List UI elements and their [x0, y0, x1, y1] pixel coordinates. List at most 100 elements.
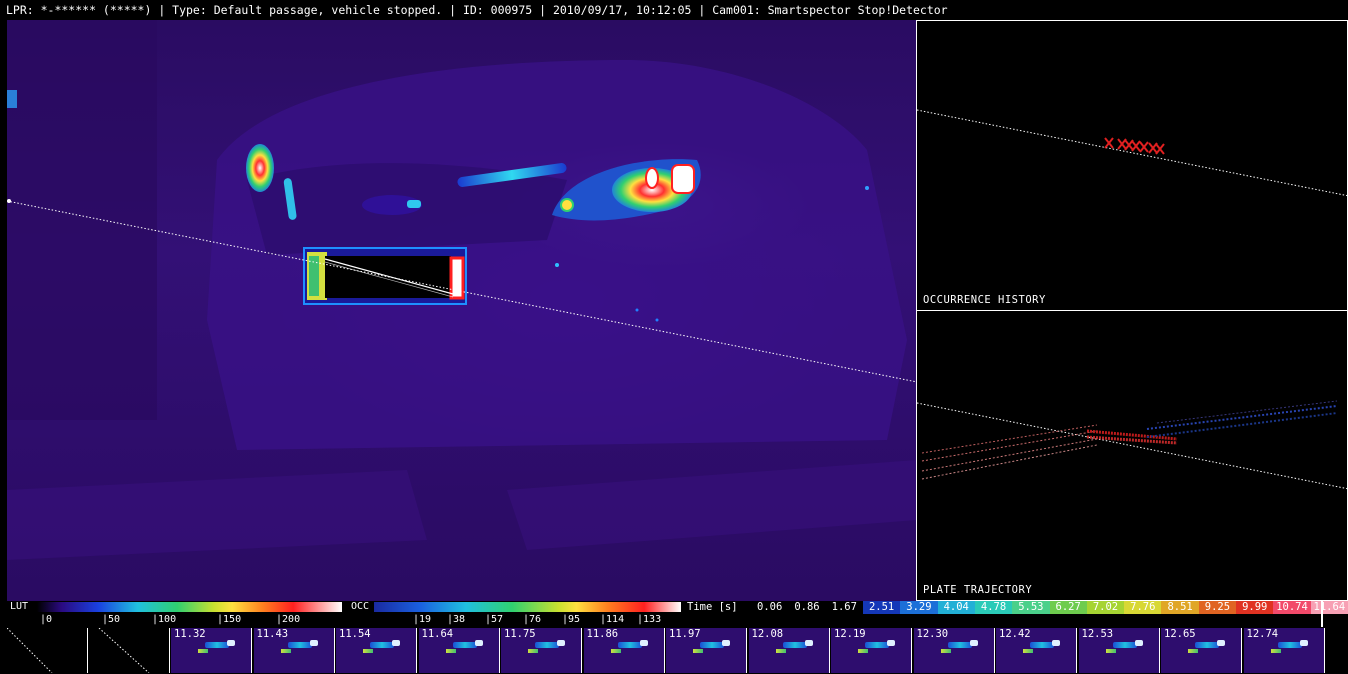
time-scale-value: 7.76	[1124, 601, 1162, 614]
time-scale-value: 1.67	[825, 601, 863, 614]
lut-tick: |0	[40, 614, 53, 625]
thermal-blip	[1217, 640, 1225, 646]
thermal-blip	[775, 649, 786, 653]
thermal-blip	[287, 642, 312, 648]
thermal-blip	[969, 640, 978, 646]
time-scale-value: 9.25	[1198, 601, 1237, 614]
thermal-blip	[700, 642, 724, 648]
thermal-blip	[370, 642, 394, 648]
occ-tick: |38	[447, 614, 466, 625]
frame-thumbnail[interactable]: 11.64	[418, 628, 500, 673]
time-scale-value: 4.04	[937, 601, 975, 614]
frame-thumbnail[interactable]: 12.65	[1161, 628, 1242, 673]
lut-gradient	[37, 602, 342, 612]
frame-timestamp: 11.43	[256, 628, 289, 640]
frame-timestamp: 11.75	[504, 628, 536, 640]
empty-thumbnail[interactable]	[89, 628, 170, 673]
occurrence-history-label: OCCURRENCE HISTORY	[923, 294, 1046, 306]
time-scale-value: 3.29	[900, 601, 938, 614]
frame-thumbnail[interactable]: 11.75	[501, 628, 582, 673]
thermal-blip	[1299, 640, 1308, 646]
time-scale-value: 6.27	[1049, 601, 1087, 614]
thermal-blip	[639, 640, 648, 646]
lut-tick: |50	[102, 614, 121, 625]
thermal-blip	[535, 642, 559, 648]
plate-trajectory-label: PLATE TRAJECTORY	[923, 584, 1033, 596]
time-scale-value: 4.78	[974, 601, 1013, 614]
thermal-blip	[363, 649, 373, 653]
frame-thumbnail[interactable]: 12.30	[913, 628, 995, 673]
time-scale-value: 11.64	[1310, 601, 1348, 614]
frame-thumbnail[interactable]: 11.86	[583, 628, 665, 673]
frame-thumbnail[interactable]: 12.74	[1243, 628, 1325, 673]
thermal-blip	[1030, 642, 1054, 648]
thermal-blip	[865, 642, 889, 648]
trajectory-plot	[917, 400, 1347, 490]
occurrence-plot	[917, 109, 1347, 197]
frame-timestamp: 12.08	[751, 628, 784, 640]
empty-thumbnail[interactable]	[7, 628, 88, 673]
thermal-blip	[1195, 642, 1219, 648]
thermal-blip	[528, 649, 538, 653]
frame-thumbnail[interactable]: 12.53	[1078, 628, 1160, 673]
time-scale-value: 2.51	[862, 601, 901, 614]
time-scale-bar: Time [s] 0.06 0.86 1.67 2.51 3.29 4.04 4.78 5.5…	[681, 601, 1348, 627]
thermal-blip	[1277, 642, 1302, 648]
left-headlight	[246, 144, 274, 192]
thermal-scene	[7, 20, 917, 560]
frame-thumbnail[interactable]: 12.08	[748, 628, 830, 673]
thermal-blip	[280, 649, 291, 653]
occ-tick: |76	[523, 614, 542, 625]
thermal-blip	[804, 640, 813, 646]
time-scale-value: 0.06	[751, 601, 789, 614]
thermal-blip	[617, 642, 642, 648]
thermal-blip	[445, 649, 456, 653]
time-scale-value: 5.53	[1012, 601, 1050, 614]
frame-timestamp: 11.86	[586, 628, 619, 640]
thermal-blip	[858, 649, 868, 653]
frame-timestamp: 12.19	[834, 628, 866, 640]
frame-timestamp: 11.97	[669, 628, 701, 640]
plate-trajectory-panel: PLATE TRAJECTORY	[916, 310, 1348, 601]
thermal-blip	[1023, 649, 1033, 653]
thermal-blip	[309, 640, 318, 646]
thermal-blip	[940, 649, 951, 653]
thermal-blip	[198, 649, 208, 653]
thermal-blip	[557, 640, 565, 646]
time-scale-value: 0.86	[788, 601, 826, 614]
thermal-blip	[1052, 640, 1060, 646]
thermal-blip	[722, 640, 730, 646]
frame-thumbnail[interactable]: 12.19	[831, 628, 912, 673]
thermal-blip	[1270, 649, 1281, 653]
occ-tick: |133	[637, 614, 662, 625]
thermal-blip	[392, 640, 400, 646]
time-scale-value: 10.74	[1273, 601, 1311, 614]
thermal-blip	[782, 642, 807, 648]
thumbnail-strip: 11.32 11.43 11.54 11.64 11.75 11.86 11.97 12.08…	[7, 627, 1348, 674]
lut-tick: |200	[276, 614, 301, 625]
lut-tick: |100	[152, 614, 177, 625]
thermal-blip	[452, 642, 477, 648]
frame-thumbnail[interactable]: 11.54	[336, 628, 417, 673]
frame-thumbnail[interactable]: 11.32	[171, 628, 252, 673]
frame-thumbnail[interactable]: 12.42	[996, 628, 1077, 673]
frame-timestamp: 11.64	[421, 628, 454, 640]
occ-tick: |95	[562, 614, 581, 625]
thermal-camera-view[interactable]	[7, 20, 917, 601]
time-scale-value: 8.51	[1161, 601, 1199, 614]
occ-tick: |19	[413, 614, 432, 625]
time-scrubber-handle[interactable]	[1321, 601, 1323, 627]
thermal-blip	[610, 649, 621, 653]
frame-timestamp: 12.30	[916, 628, 949, 640]
frame-timestamp: 12.53	[1081, 628, 1114, 640]
thermal-blip	[1134, 640, 1143, 646]
frame-thumbnail[interactable]: 11.43	[253, 628, 335, 673]
frame-timestamp: 11.54	[339, 628, 371, 640]
occ-label: OCC	[351, 601, 370, 612]
frame-thumbnail[interactable]: 11.97	[666, 628, 747, 673]
thermal-blip	[227, 640, 235, 646]
time-scale-value: 7.02	[1086, 601, 1125, 614]
thermal-blip	[474, 640, 483, 646]
lut-label: LUT	[10, 601, 29, 612]
occ-tick: |114	[600, 614, 625, 625]
